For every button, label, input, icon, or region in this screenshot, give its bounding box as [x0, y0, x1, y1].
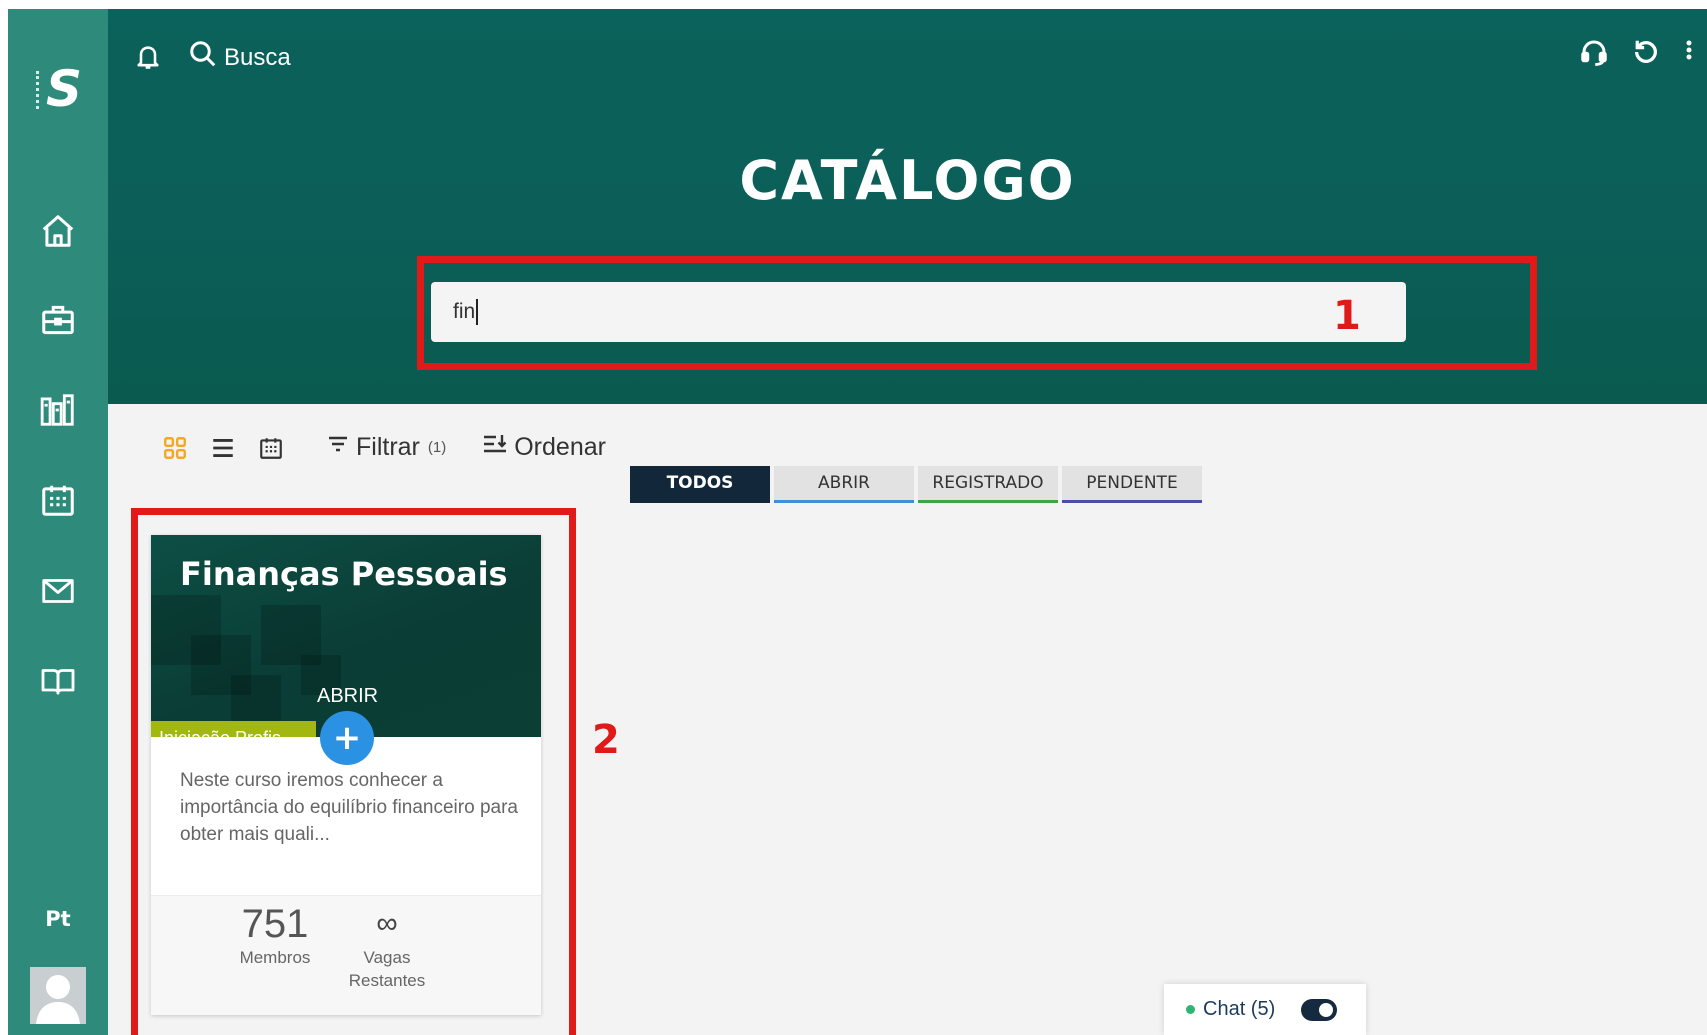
global-search[interactable]: Busca: [188, 39, 291, 76]
members-stat: 751 Membros: [237, 902, 313, 969]
logo-letter: S: [46, 60, 83, 118]
library-icon[interactable]: [36, 388, 80, 432]
calendar-view-icon[interactable]: [256, 433, 286, 463]
filter-count: (1): [427, 439, 447, 456]
more-vertical-icon[interactable]: [1683, 37, 1695, 72]
catalog-search-input[interactable]: fin: [431, 282, 1406, 342]
chat-widget[interactable]: Chat (5): [1164, 984, 1366, 1035]
briefcase-icon[interactable]: [36, 298, 80, 342]
card-description: Neste curso iremos conhecer a importânci…: [180, 770, 518, 845]
tab-pendente[interactable]: PENDENTE: [1062, 466, 1202, 503]
chat-label: Chat (5): [1203, 998, 1276, 1020]
course-card[interactable]: Finanças Pessoais ABRIR Iniciação Profis…: [151, 535, 541, 1015]
chat-toggle[interactable]: [1301, 998, 1338, 1021]
online-dot-icon: [1186, 1005, 1195, 1014]
home-icon[interactable]: [36, 209, 80, 253]
header-actions: [1579, 37, 1695, 72]
logo-dots: [36, 71, 40, 109]
enroll-add-button[interactable]: +: [320, 711, 374, 765]
members-label: Membros: [239, 948, 311, 967]
card-stats: 751 Membros ∞ Vagas Restantes: [151, 895, 541, 1015]
mail-icon[interactable]: [36, 569, 80, 613]
language-switch[interactable]: Pt: [8, 907, 108, 931]
tab-abrir[interactable]: ABRIR: [774, 466, 914, 503]
catalog-content: Filtrar (1) Ordenar TODOS ABRIR REGISTRAD…: [108, 404, 1707, 1035]
refresh-icon[interactable]: [1631, 37, 1661, 72]
annotation-marker-2: 2: [592, 717, 620, 763]
list-view-icon[interactable]: [208, 433, 238, 463]
header: Busca CATÁLOGO fin 1: [108, 9, 1707, 404]
page-title: CATÁLOGO: [739, 149, 1076, 212]
sort-icon: [482, 432, 508, 463]
calendar-icon[interactable]: [36, 478, 80, 522]
book-open-icon[interactable]: [36, 659, 80, 703]
tab-registrado[interactable]: REGISTRADO: [918, 466, 1058, 503]
vacancies-stat: ∞ Vagas Restantes: [347, 902, 427, 992]
logo[interactable]: S: [28, 59, 88, 118]
headset-icon[interactable]: [1579, 37, 1609, 72]
grid-view-icon[interactable]: [160, 433, 190, 463]
card-category-badge: Iniciação Profis...: [151, 721, 316, 737]
status-tabs: TODOS ABRIR REGISTRADO PENDENTE: [630, 466, 1202, 503]
sidebar: S Pt: [8, 9, 108, 1035]
search-icon: [188, 39, 218, 76]
card-title[interactable]: Finanças Pessoais: [180, 555, 508, 593]
card-banner: Finanças Pessoais ABRIR Iniciação Profis…: [151, 535, 541, 737]
avatar[interactable]: [30, 967, 86, 1024]
card-status: ABRIR: [317, 685, 379, 707]
members-count: 751: [241, 902, 309, 946]
infinity-icon: ∞: [376, 907, 398, 940]
bell-icon[interactable]: [134, 42, 162, 77]
view-toolbar: Filtrar (1) Ordenar: [160, 432, 606, 463]
catalog-search-value: fin: [453, 300, 476, 323]
sort-button[interactable]: Ordenar: [482, 432, 606, 463]
tab-todos[interactable]: TODOS: [630, 466, 770, 503]
vacancies-label: Vagas Restantes: [348, 948, 426, 990]
filter-icon: [326, 432, 350, 463]
sort-label: Ordenar: [514, 433, 606, 461]
text-caret: [476, 299, 479, 325]
search-label: Busca: [224, 43, 291, 71]
annotation-marker-1: 1: [1333, 293, 1361, 339]
filter-button[interactable]: Filtrar (1): [326, 432, 446, 463]
filter-label: Filtrar: [356, 433, 420, 461]
